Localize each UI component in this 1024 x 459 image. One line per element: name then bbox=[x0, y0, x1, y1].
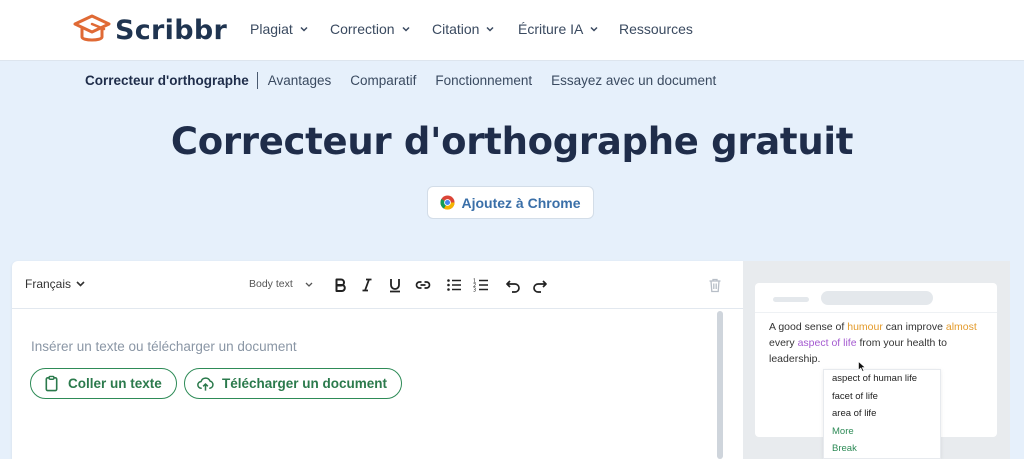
preview-text-part: every bbox=[769, 337, 798, 349]
text-style-select[interactable]: Body text bbox=[249, 278, 313, 290]
underline-icon bbox=[390, 279, 400, 293]
nav-item-label: Citation bbox=[432, 21, 480, 37]
chevron-down-icon bbox=[402, 26, 410, 32]
subnav-link-avantages[interactable]: Avantages bbox=[268, 73, 332, 88]
cloud-upload-icon bbox=[197, 377, 214, 391]
add-to-chrome-label: Ajoutez à Chrome bbox=[461, 194, 581, 211]
paste-text-button[interactable]: Coller un texte bbox=[30, 368, 177, 399]
suggestion-dropdown: aspect of human life facet of life area … bbox=[823, 369, 941, 459]
language-label: Français bbox=[25, 277, 72, 291]
subnav-link-essayez[interactable]: Essayez avec un document bbox=[551, 73, 716, 88]
bullet-list-icon bbox=[447, 279, 461, 291]
subnav-divider bbox=[256, 72, 258, 89]
break-option[interactable]: Break bbox=[824, 440, 940, 458]
placeholder-bar bbox=[821, 291, 933, 305]
upload-document-label: Télécharger un document bbox=[222, 376, 388, 391]
sub-navigation: Correcteur d'orthographe Avantages Compa… bbox=[85, 72, 735, 89]
nav-item-ressources[interactable]: Ressources bbox=[619, 21, 693, 37]
brand-name: Scribbr bbox=[115, 14, 228, 46]
top-navigation: Scribbr Plagiat Correction Citation Écri… bbox=[0, 0, 1024, 61]
preview-card: A good sense of humour can improve almos… bbox=[755, 283, 997, 459]
nav-item-citation[interactable]: Citation bbox=[432, 21, 494, 37]
clipboard-icon bbox=[45, 375, 58, 392]
editor-toolbar: Français Body text 123 bbox=[12, 261, 743, 309]
subnav-link-fonctionnement[interactable]: Fonctionnement bbox=[435, 73, 532, 88]
link-button[interactable] bbox=[412, 274, 434, 296]
bullet-list-button[interactable] bbox=[443, 274, 465, 296]
suggestion-item[interactable]: facet of life bbox=[824, 388, 940, 406]
language-select[interactable]: Français bbox=[25, 277, 85, 291]
nav-item-ecriture-ia[interactable]: Écriture IA bbox=[518, 21, 598, 37]
italic-button[interactable] bbox=[356, 274, 378, 296]
paste-text-label: Coller un texte bbox=[68, 376, 162, 391]
trash-icon bbox=[709, 278, 721, 293]
redo-icon bbox=[533, 280, 547, 293]
editor-scrollbar[interactable] bbox=[717, 311, 723, 459]
link-icon bbox=[415, 281, 431, 289]
mouse-cursor-icon bbox=[858, 361, 866, 372]
suggestion-item[interactable]: aspect of human life bbox=[824, 370, 940, 388]
more-option[interactable]: More bbox=[824, 423, 940, 441]
numbered-list-button[interactable]: 123 bbox=[470, 274, 492, 296]
numbered-list-icon: 123 bbox=[473, 279, 488, 294]
chevron-down-icon bbox=[590, 26, 598, 32]
text-editor: Français Body text 123 Insérer un texte … bbox=[12, 261, 743, 459]
delete-button[interactable] bbox=[704, 274, 726, 296]
highlighted-phrase: aspect of life bbox=[797, 337, 857, 349]
subnav-active-item[interactable]: Correcteur d'orthographe bbox=[85, 73, 249, 88]
preview-text-part: A good sense of bbox=[769, 321, 848, 333]
nav-item-label: Ressources bbox=[619, 21, 693, 37]
nav-item-correction[interactable]: Correction bbox=[330, 21, 410, 37]
chevron-down-icon bbox=[76, 281, 85, 287]
add-to-chrome-button[interactable]: Ajoutez à Chrome bbox=[427, 186, 594, 219]
underline-button[interactable] bbox=[384, 274, 406, 296]
svg-text:3: 3 bbox=[473, 288, 476, 294]
undo-button[interactable] bbox=[502, 274, 524, 296]
preview-panel: A good sense of humour can improve almos… bbox=[743, 261, 1010, 459]
nav-item-label: Correction bbox=[330, 21, 395, 37]
preview-text-part: can improve bbox=[882, 321, 946, 333]
undo-icon bbox=[506, 280, 520, 293]
card-divider bbox=[755, 312, 997, 313]
nav-item-label: Plagiat bbox=[250, 21, 293, 37]
text-style-label: Body text bbox=[249, 278, 293, 290]
chrome-icon bbox=[440, 195, 456, 210]
bold-icon bbox=[335, 278, 346, 292]
suggestion-item[interactable]: area of life bbox=[824, 405, 940, 423]
chevron-down-icon bbox=[300, 26, 308, 32]
bold-button[interactable] bbox=[329, 274, 351, 296]
upload-document-button[interactable]: Télécharger un document bbox=[184, 368, 403, 399]
subnav-link-comparatif[interactable]: Comparatif bbox=[350, 73, 416, 88]
placeholder-bar bbox=[773, 297, 809, 302]
highlighted-word: humour bbox=[847, 321, 883, 333]
editor-placeholder[interactable]: Insérer un texte ou télécharger un docum… bbox=[31, 339, 297, 354]
page-title: Correcteur d'orthographe gratuit bbox=[170, 120, 854, 163]
graduation-cap-icon bbox=[73, 14, 111, 42]
nav-item-label: Écriture IA bbox=[518, 21, 584, 37]
highlighted-word: almost bbox=[945, 321, 977, 333]
redo-button[interactable] bbox=[529, 274, 551, 296]
italic-icon bbox=[362, 278, 372, 292]
nav-item-plagiat[interactable]: Plagiat bbox=[250, 21, 308, 37]
chevron-down-icon bbox=[305, 282, 313, 287]
preview-text: A good sense of humour can improve almos… bbox=[769, 319, 989, 367]
chevron-down-icon bbox=[486, 26, 494, 32]
scribbr-logo[interactable]: Scribbr bbox=[73, 13, 227, 47]
